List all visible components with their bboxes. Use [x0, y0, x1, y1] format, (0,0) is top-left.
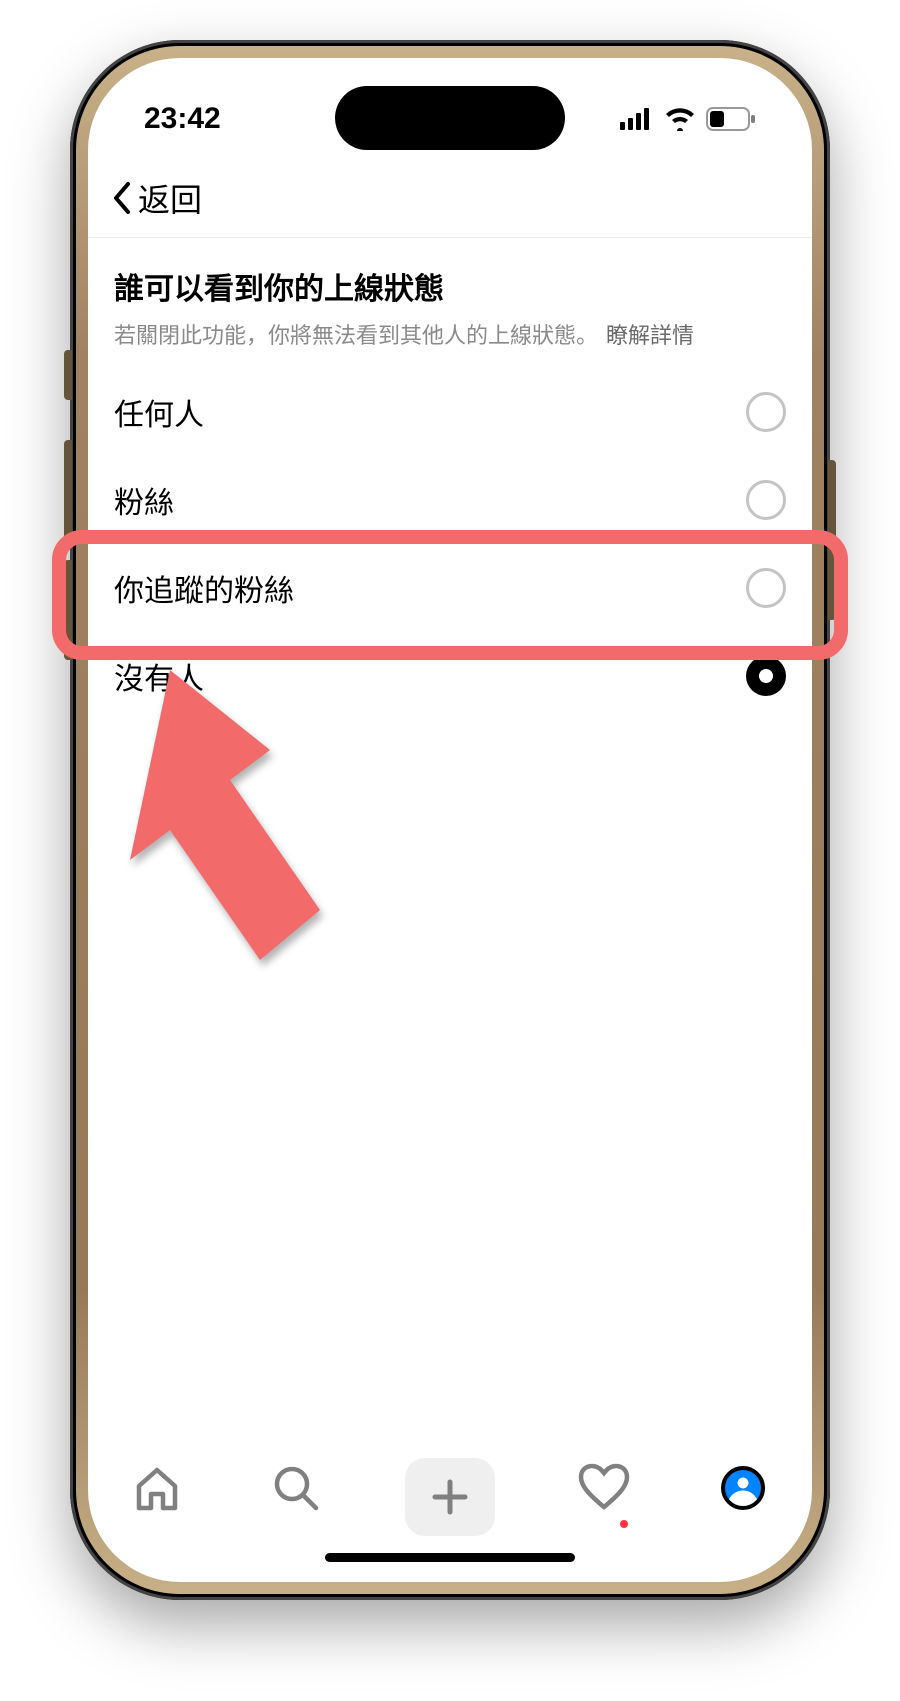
- profile-avatar-icon: [721, 1466, 765, 1510]
- subtitle-text: 若關閉此功能，你將無法看到其他人的上線狀態。: [114, 318, 598, 350]
- side-button: [64, 350, 72, 400]
- option-followers[interactable]: 粉絲: [114, 456, 786, 544]
- cellular-signal-icon: [620, 108, 654, 130]
- section-title: 誰可以看到你的上線狀態: [114, 264, 786, 308]
- volume-down-button: [64, 560, 72, 660]
- radio-icon: [746, 392, 786, 432]
- notification-dot-icon: [620, 1520, 628, 1528]
- option-label: 沒有人: [114, 654, 204, 698]
- option-label: 粉絲: [114, 478, 174, 522]
- dynamic-island: [335, 86, 565, 150]
- heart-icon: [577, 1463, 631, 1513]
- tab-profile[interactable]: [713, 1458, 773, 1518]
- option-label: 你追蹤的粉絲: [114, 566, 294, 610]
- wifi-icon: [664, 107, 696, 131]
- volume-up-button: [64, 440, 72, 540]
- battery-icon: [706, 107, 756, 131]
- home-indicator: [325, 1553, 575, 1562]
- plus-icon: [431, 1478, 469, 1516]
- tab-activity[interactable]: [574, 1458, 634, 1518]
- status-time: 23:42: [144, 102, 221, 136]
- option-followers-you-follow[interactable]: 你追蹤的粉絲: [114, 544, 786, 632]
- nav-bar: 返回 上線狀態: [88, 158, 812, 238]
- section-subtitle: 若關閉此功能，你將無法看到其他人的上線狀態。 瞭解詳情: [114, 318, 786, 350]
- radio-selected-icon: [746, 656, 786, 696]
- option-label: 任何人: [114, 390, 204, 434]
- chevron-left-icon: [112, 182, 132, 214]
- settings-panel: 誰可以看到你的上線狀態 若關閉此功能，你將無法看到其他人的上線狀態。 瞭解詳情 …: [88, 238, 812, 720]
- tab-home[interactable]: [127, 1458, 187, 1518]
- option-anyone[interactable]: 任何人: [114, 368, 786, 456]
- content-area: 返回 上線狀態 誰可以看到你的上線狀態 若關閉此功能，你將無法看到其他人的上線狀…: [88, 158, 812, 1582]
- home-icon: [131, 1462, 183, 1514]
- status-icons: [620, 107, 756, 131]
- phone-frame: 23:42 返回 上線狀態 誰可以看到你的上線狀態 若關閉此功能，你將無法看到其…: [70, 40, 830, 1600]
- tab-search[interactable]: [266, 1458, 326, 1518]
- tab-create[interactable]: [405, 1458, 495, 1536]
- back-button[interactable]: 返回: [112, 175, 202, 221]
- search-icon: [270, 1462, 322, 1514]
- back-label: 返回: [138, 175, 202, 221]
- radio-icon: [746, 568, 786, 608]
- radio-icon: [746, 480, 786, 520]
- learn-more-link[interactable]: 瞭解詳情: [606, 318, 694, 350]
- power-button: [828, 460, 836, 620]
- screen: 23:42 返回 上線狀態 誰可以看到你的上線狀態 若關閉此功能，你將無法看到其…: [88, 58, 812, 1582]
- option-no-one[interactable]: 沒有人: [114, 632, 786, 720]
